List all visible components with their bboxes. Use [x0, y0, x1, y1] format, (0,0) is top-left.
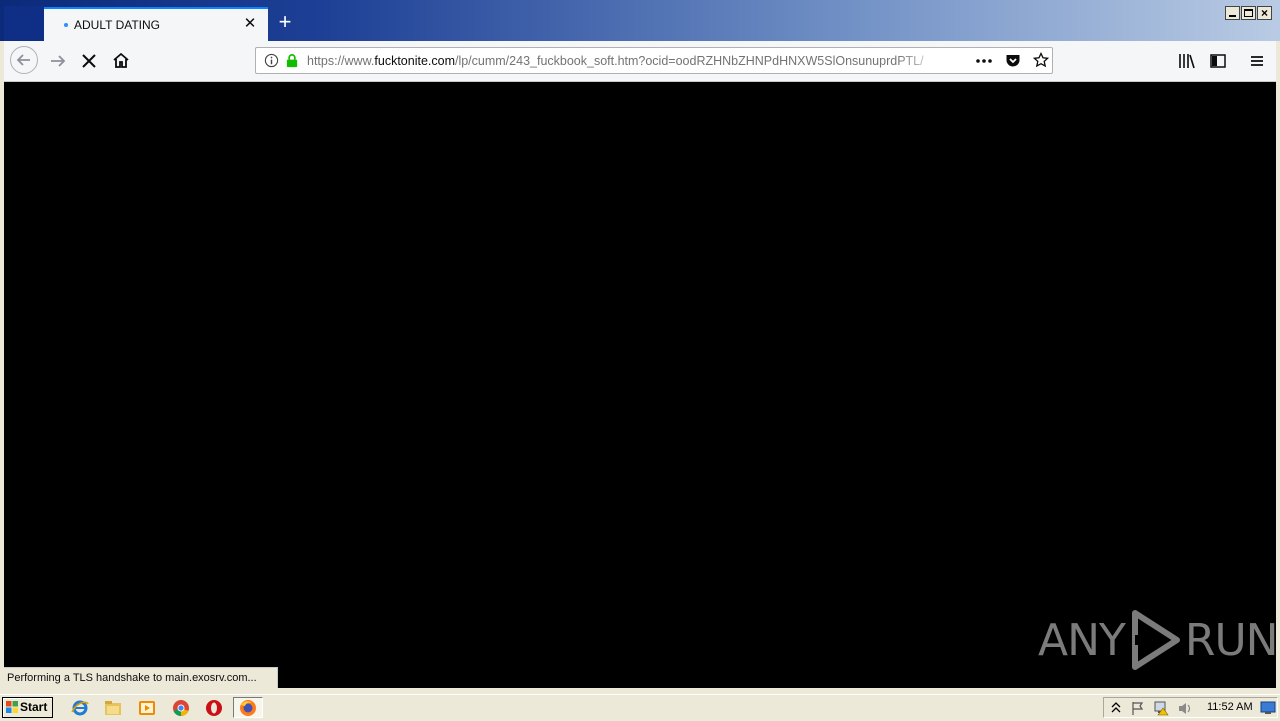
show-hidden-icons-icon[interactable] [1110, 701, 1122, 715]
opera-icon[interactable] [205, 699, 223, 717]
tab-close-icon[interactable]: ✕ [242, 16, 258, 32]
sidebar-icon[interactable] [1209, 52, 1227, 70]
status-panel: Performing a TLS handshake to main.exosr… [4, 667, 278, 688]
tab-title: ADULT DATING [74, 18, 161, 32]
forward-arrow-icon [51, 55, 66, 67]
clock[interactable]: 11:52 AM [1207, 701, 1253, 713]
library-icon[interactable] [1178, 52, 1196, 70]
url-bar[interactable]: https://www.fucktonite.com/lp/cumm/243_f… [255, 47, 1053, 74]
url-fade [896, 50, 946, 71]
windows-logo-icon [6, 701, 18, 713]
system-tray: 11:52 AM [1103, 697, 1278, 718]
url-path: /lp/cumm/243_fuckbook_soft.htm?ocid=oodR… [454, 54, 924, 68]
more-icon[interactable] [975, 53, 993, 69]
loading-dot-icon [64, 23, 68, 27]
watermark-right: RUN [1184, 614, 1279, 666]
volume-icon[interactable] [1177, 701, 1193, 716]
chrome-icon[interactable] [172, 699, 190, 717]
stop-icon [82, 54, 96, 68]
play-logo-icon [1131, 610, 1180, 670]
url-host: fucktonite.com [374, 54, 455, 68]
home-icon [113, 52, 129, 68]
taskbar-firefox-button[interactable] [233, 697, 263, 718]
action-center-flag-icon[interactable] [1130, 701, 1146, 716]
stop-button[interactable] [77, 49, 101, 73]
browser-titlebar: ADULT DATING ✕ + × [0, 0, 1280, 41]
back-arrow-icon [16, 54, 30, 66]
forward-button[interactable] [46, 49, 70, 73]
firefox-icon [240, 700, 256, 716]
taskbar: Start 11:52 AM [0, 694, 1280, 721]
explorer-folder-icon[interactable] [104, 699, 122, 717]
network-icon[interactable] [1153, 700, 1170, 716]
anyrun-watermark: ANY RUN [1038, 608, 1279, 672]
page-content[interactable]: Performing a TLS handshake to main.exosr… [4, 82, 1279, 688]
tab-adult-dating[interactable]: ADULT DATING ✕ [44, 7, 268, 41]
new-tab-button[interactable]: + [275, 11, 295, 33]
internet-explorer-icon[interactable] [71, 699, 89, 717]
url-scheme: https://www. [307, 54, 375, 68]
lock-icon[interactable] [285, 53, 299, 68]
window-close-button[interactable]: × [1257, 6, 1272, 20]
star-icon[interactable] [1033, 52, 1049, 68]
start-button[interactable]: Start [2, 697, 53, 718]
window-maximize-button[interactable] [1241, 6, 1256, 20]
info-icon[interactable] [264, 53, 279, 68]
titlebar-left-area [4, 6, 44, 41]
pocket-icon[interactable] [1005, 52, 1021, 68]
window-minimize-button[interactable] [1225, 6, 1240, 20]
show-desktop-icon[interactable] [1260, 701, 1276, 715]
start-label: Start [20, 700, 48, 714]
navigation-toolbar: https://www.fucktonite.com/lp/cumm/243_f… [4, 41, 1276, 82]
watermark-left: ANY [1038, 614, 1126, 666]
media-player-icon[interactable] [138, 699, 156, 717]
url-text[interactable]: https://www.fucktonite.com/lp/cumm/243_f… [307, 54, 937, 68]
home-button[interactable] [109, 49, 133, 73]
menu-icon[interactable] [1248, 52, 1266, 70]
back-button[interactable] [10, 46, 38, 74]
